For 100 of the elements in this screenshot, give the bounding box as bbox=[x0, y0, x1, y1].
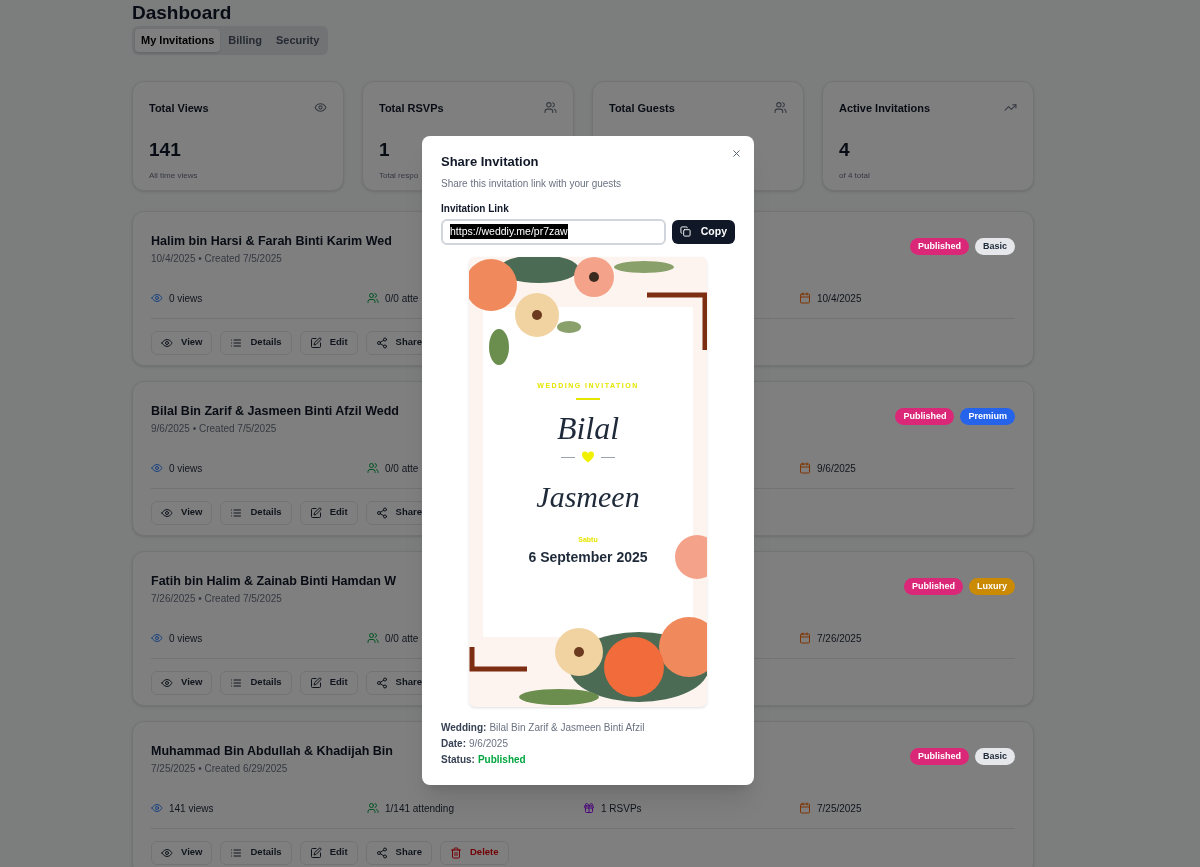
people-icon bbox=[367, 632, 379, 644]
pencil-square-icon bbox=[309, 336, 322, 349]
metric-text: 9/6/2025 bbox=[817, 461, 856, 476]
share-icon bbox=[375, 846, 388, 859]
stat-label: Total Views bbox=[149, 100, 209, 116]
eye-icon bbox=[161, 846, 173, 859]
invitation-title: Halim bin Harsi & Farah Binti Karim Wed bbox=[151, 232, 392, 250]
status-tag: Published bbox=[909, 237, 969, 255]
status-tag: Published bbox=[909, 747, 969, 765]
details-button[interactable]: Details bbox=[220, 670, 292, 695]
edit-button[interactable]: Edit bbox=[299, 330, 358, 355]
metric-text: 0 views bbox=[169, 631, 203, 646]
invitation-title: Bilal Bin Zarif & Jasmeen Binti Afzil Wedd bbox=[151, 402, 399, 420]
people-icon bbox=[544, 101, 557, 115]
metric-text: 0/0 atte bbox=[385, 461, 419, 476]
detail-value: Bilal Bin Zarif & Jasmeen Binti Afzil bbox=[489, 720, 645, 735]
details-button[interactable]: Details bbox=[220, 840, 292, 865]
invitation-subtitle: 10/4/2025 • Created 7/5/2025 bbox=[151, 251, 283, 266]
status-tag: Published bbox=[895, 407, 955, 425]
pencil-square-icon bbox=[309, 846, 322, 859]
metric-text: 1 RSVPs bbox=[601, 801, 642, 816]
delete-button[interactable]: Delete bbox=[440, 840, 509, 865]
metric-text: 0 views bbox=[169, 291, 203, 306]
copy-icon bbox=[679, 226, 691, 237]
calendar-icon bbox=[799, 632, 811, 644]
status-tag: Basic bbox=[974, 747, 1015, 765]
tab[interactable]: Security bbox=[269, 29, 326, 52]
corner-frame bbox=[469, 646, 527, 671]
status-tag: Published bbox=[903, 577, 963, 595]
view-button[interactable]: View bbox=[151, 500, 213, 525]
list-icon bbox=[230, 336, 243, 349]
list-icon bbox=[230, 506, 243, 519]
people-icon bbox=[367, 292, 379, 304]
invitation-title: Fatih bin Halim & Zainab Binti Hamdan W bbox=[151, 572, 397, 590]
eye-icon bbox=[314, 101, 327, 115]
share-icon bbox=[375, 506, 388, 519]
detail-value: 9/6/2025 bbox=[469, 736, 508, 751]
detail-value: Published bbox=[477, 752, 526, 767]
gift-icon bbox=[583, 802, 595, 814]
status-tag: Luxury bbox=[969, 577, 1015, 595]
invitation-subtitle: 7/26/2025 • Created 7/5/2025 bbox=[151, 591, 283, 606]
detail-label: Date: bbox=[441, 736, 466, 751]
list-icon bbox=[230, 846, 243, 859]
copy-button[interactable]: Copy bbox=[671, 219, 735, 244]
eye-icon bbox=[161, 676, 173, 689]
first-name: Bilal bbox=[556, 409, 620, 448]
details-button[interactable]: Details bbox=[220, 500, 292, 525]
people-icon bbox=[367, 462, 379, 474]
link-text: https://weddiy.me/pr7zaw bbox=[450, 223, 568, 240]
heart-icon bbox=[581, 451, 595, 463]
trash-icon bbox=[450, 846, 462, 859]
eye-icon bbox=[151, 462, 163, 474]
share-icon bbox=[375, 336, 388, 349]
view-button[interactable]: View bbox=[151, 330, 213, 355]
invitation-subtitle: 9/6/2025 • Created 7/5/2025 bbox=[151, 421, 278, 436]
divider-line bbox=[576, 398, 600, 400]
metric-text: 0 views bbox=[169, 461, 203, 476]
tab[interactable]: Billing bbox=[222, 29, 268, 52]
metric-text: 0/0 atte bbox=[385, 631, 419, 646]
link-field[interactable]: https://weddiy.me/pr7zaw bbox=[441, 218, 666, 245]
pencil-square-icon bbox=[309, 506, 322, 519]
stat-label: Total RSVPs bbox=[379, 100, 444, 116]
page-title: Dashboard bbox=[132, 1, 233, 25]
metric-text: 141 views bbox=[169, 801, 214, 816]
dialog-description: Share this invitation link with your guests bbox=[441, 176, 623, 191]
status-tag: Basic bbox=[974, 237, 1015, 255]
metric-text: 7/26/2025 bbox=[817, 631, 862, 646]
view-button[interactable]: View bbox=[151, 840, 213, 865]
share-button[interactable]: Share bbox=[365, 840, 432, 865]
calendar-icon bbox=[799, 802, 811, 814]
metric-text: 10/4/2025 bbox=[817, 291, 862, 306]
eye-icon bbox=[151, 802, 163, 814]
pencil-square-icon bbox=[309, 676, 322, 689]
stat-caption: Total respo bbox=[379, 171, 419, 180]
metric-text: 1/141 attending bbox=[385, 801, 454, 816]
share-icon bbox=[375, 676, 388, 689]
calendar-icon bbox=[799, 292, 811, 304]
dialog-title: Share Invitation bbox=[441, 153, 540, 171]
stat-value: 1 bbox=[379, 139, 391, 161]
corner-frame bbox=[647, 292, 707, 350]
invitation-subtitle: 7/25/2025 • Created 6/29/2025 bbox=[151, 761, 289, 776]
edit-button[interactable]: Edit bbox=[299, 840, 358, 865]
close-button[interactable] bbox=[731, 148, 742, 159]
metric-text: 0/0 atte bbox=[385, 291, 419, 306]
edit-button[interactable]: Edit bbox=[299, 670, 358, 695]
tab[interactable]: My Invitations bbox=[135, 29, 221, 52]
people-icon bbox=[367, 802, 379, 814]
eye-icon bbox=[151, 632, 163, 644]
view-button[interactable]: View bbox=[151, 670, 213, 695]
close-icon bbox=[731, 148, 742, 159]
detail-label: Status: bbox=[441, 752, 475, 767]
detail-label: Wedding: bbox=[441, 720, 487, 735]
wedding-date: 6 September 2025 bbox=[528, 547, 648, 567]
field-label: Invitation Link bbox=[441, 201, 510, 216]
calendar-icon bbox=[799, 462, 811, 474]
stat-label: Total Guests bbox=[609, 100, 675, 116]
details-button[interactable]: Details bbox=[220, 330, 292, 355]
edit-button[interactable]: Edit bbox=[299, 500, 358, 525]
stat-label: Active Invitations bbox=[839, 100, 931, 116]
list-icon bbox=[230, 676, 243, 689]
